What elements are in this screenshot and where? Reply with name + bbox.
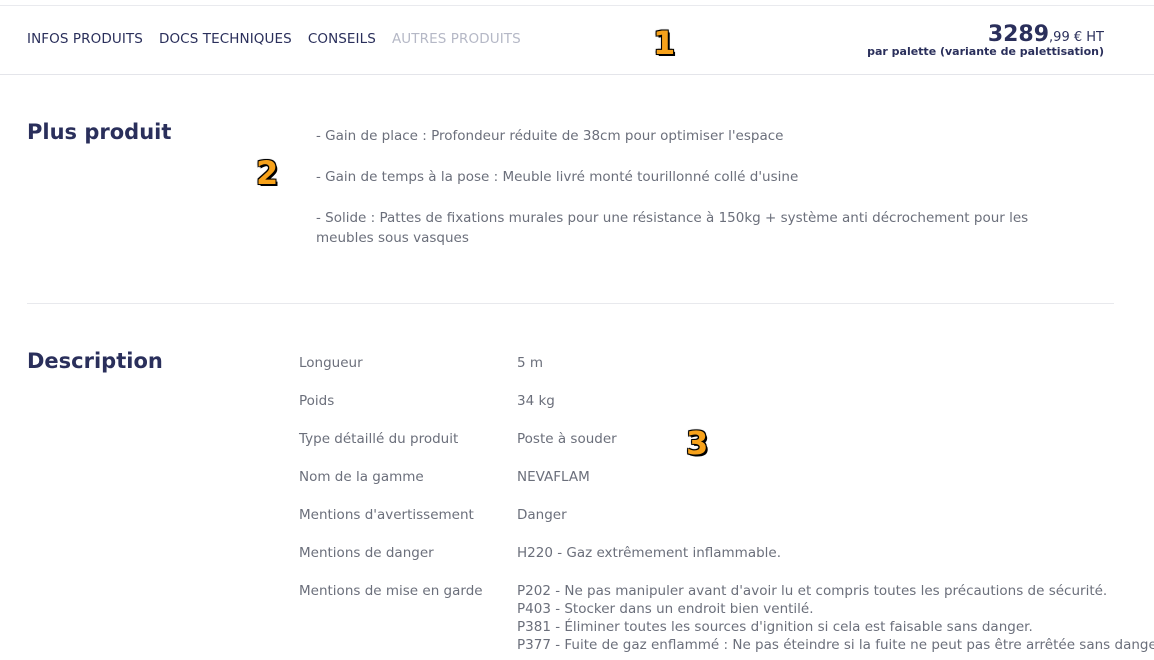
row-value: 34 kg bbox=[517, 393, 555, 409]
table-row: Longueur 5 m bbox=[299, 354, 1154, 392]
row-label: Mentions d'avertissement bbox=[299, 507, 474, 523]
price-value: 3289,99 € HT bbox=[867, 22, 1104, 47]
row-value: Poste à souder bbox=[517, 431, 617, 447]
tab-docs-techniques[interactable]: DOCS TECHNIQUES bbox=[159, 31, 292, 47]
plus-produit-item: - Gain de place : Profondeur réduite de … bbox=[316, 128, 784, 144]
row-value: 5 m bbox=[517, 355, 544, 371]
table-row: Poids 34 kg bbox=[299, 392, 1154, 430]
plus-produit-item: - Solide : Pattes de fixations murales p… bbox=[316, 210, 1029, 246]
row-label: Nom de la gamme bbox=[299, 469, 424, 485]
plus-produit-list: - Gain de place : Profondeur réduite de … bbox=[316, 126, 1076, 269]
table-row: Mentions d'avertissement Danger bbox=[299, 506, 1154, 544]
row-value: NEVAFLAM bbox=[517, 469, 590, 485]
tab-autres-produits[interactable]: AUTRES PRODUITS bbox=[392, 31, 521, 47]
tab-list: INFOS PRODUITS DOCS TECHNIQUES CONSEILS … bbox=[27, 31, 521, 47]
description-title: Description bbox=[27, 349, 163, 373]
price-unit: € HT bbox=[1069, 30, 1104, 45]
plus-produit-item: - Gain de temps à la pose : Meuble livré… bbox=[316, 169, 799, 185]
row-label: Mentions de mise en garde bbox=[299, 583, 483, 599]
row-value: H220 - Gaz extrêmement inflammable. bbox=[517, 545, 782, 561]
table-row: Mentions de danger H220 - Gaz extrêmemen… bbox=[299, 544, 1154, 582]
table-row: Type détaillé du produit Poste à souder bbox=[299, 430, 1154, 468]
tab-infos-produits[interactable]: INFOS PRODUITS bbox=[27, 31, 143, 47]
row-label: Longueur bbox=[299, 355, 363, 371]
price-whole: 3289 bbox=[987, 22, 1050, 47]
row-value-line: P377 - Fuite de gaz enflammé : Ne pas ét… bbox=[517, 637, 1154, 653]
annotation-marker-1: 1 bbox=[653, 24, 676, 62]
row-label: Mentions de danger bbox=[299, 545, 434, 561]
table-row: Nom de la gamme NEVAFLAM bbox=[299, 468, 1154, 506]
annotation-marker-2: 2 bbox=[256, 154, 279, 192]
row-value-line: P202 - Ne pas manipuler avant d'avoir lu… bbox=[517, 583, 1108, 599]
price-subtitle: par palette (variante de palettisation) bbox=[867, 45, 1104, 58]
product-tabs-bar: INFOS PRODUITS DOCS TECHNIQUES CONSEILS … bbox=[0, 6, 1154, 75]
section-divider bbox=[27, 303, 1114, 304]
tab-conseils[interactable]: CONSEILS bbox=[308, 31, 376, 47]
description-table: Longueur 5 m Poids 34 kg Type détaillé d… bbox=[299, 354, 1154, 654]
row-value-line: P381 - Éliminer toutes les sources d'ign… bbox=[517, 619, 1033, 635]
row-value-line: P403 - Stocker dans un endroit bien vent… bbox=[517, 601, 814, 617]
plus-produit-title: Plus produit bbox=[27, 120, 172, 144]
table-row: Mentions de mise en garde P202 - Ne pas … bbox=[299, 582, 1154, 654]
row-label: Type détaillé du produit bbox=[299, 431, 459, 447]
row-label: Poids bbox=[299, 393, 335, 409]
row-value-lines: P202 - Ne pas manipuler avant d'avoir lu… bbox=[517, 582, 1154, 654]
row-value: Danger bbox=[517, 507, 567, 523]
price-block: 3289,99 € HT par palette (variante de pa… bbox=[867, 22, 1104, 58]
price-cents: ,99 bbox=[1049, 30, 1070, 45]
